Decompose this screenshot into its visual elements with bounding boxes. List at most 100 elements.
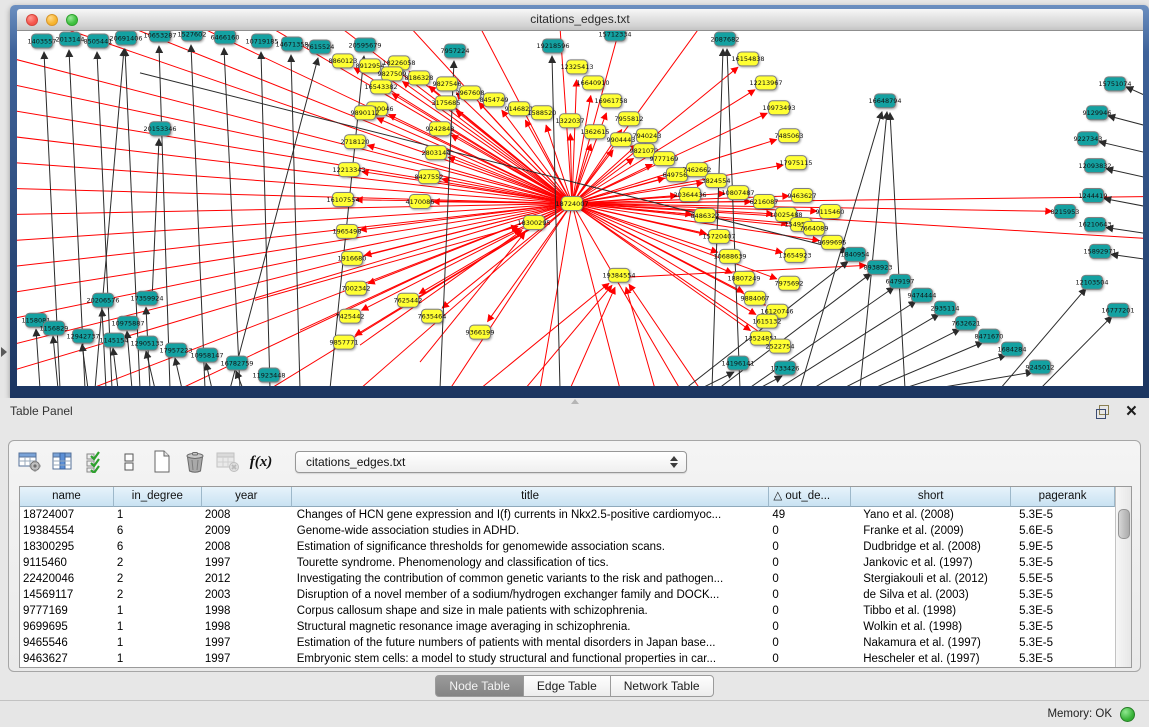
tab-node-table[interactable]: Node Table bbox=[435, 675, 524, 697]
graph-node[interactable]: 19384554 bbox=[602, 268, 635, 282]
graph-node[interactable]: 7955812 bbox=[615, 112, 644, 126]
graph-node[interactable]: 9827509 bbox=[378, 67, 407, 81]
graph-node[interactable]: 4170086 bbox=[406, 195, 435, 209]
graph-node[interactable]: 17957223 bbox=[159, 343, 192, 357]
graph-node[interactable]: 6479197 bbox=[886, 274, 915, 288]
graph-node[interactable]: 3175685 bbox=[432, 96, 461, 110]
graph-node[interactable]: 9463627 bbox=[788, 189, 817, 203]
graph-node[interactable]: 8471670 bbox=[975, 329, 1004, 343]
graph-node[interactable]: 1615132 bbox=[753, 314, 782, 328]
graph-node[interactable]: 19218596 bbox=[536, 39, 569, 53]
graph-node[interactable]: 3824554 bbox=[702, 174, 731, 188]
column-header[interactable]: name bbox=[20, 487, 114, 507]
graph-node[interactable]: 16961758 bbox=[594, 94, 627, 108]
graph-node[interactable]: 2522754 bbox=[766, 339, 795, 353]
table-row[interactable]: 1872400712008Changes of HCN gene express… bbox=[20, 507, 1115, 523]
graph-node[interactable]: 8215953 bbox=[1051, 205, 1080, 219]
graph-node[interactable]: 7940243 bbox=[633, 129, 662, 143]
graph-node[interactable]: 7664089 bbox=[800, 221, 829, 235]
show-columns-icon[interactable] bbox=[50, 449, 76, 475]
graph-node[interactable]: 16154838 bbox=[731, 52, 764, 66]
graph-node[interactable]: 1733426 bbox=[771, 361, 800, 375]
column-header[interactable]: title bbox=[292, 487, 770, 507]
graph-node[interactable]: 2718120 bbox=[341, 135, 370, 149]
tab-edge-table[interactable]: Edge Table bbox=[523, 675, 611, 697]
graph-node[interactable]: 12093832 bbox=[1078, 159, 1111, 173]
table-row[interactable]: 1830029562008Estimation of significance … bbox=[20, 539, 1115, 555]
tab-network-table[interactable]: Network Table bbox=[610, 675, 714, 697]
graph-node[interactable]: 7002342 bbox=[342, 281, 371, 295]
graph-node[interactable]: 2013144 bbox=[56, 32, 85, 46]
graph-node[interactable]: 11923448 bbox=[252, 368, 285, 382]
graph-node[interactable]: 9857771 bbox=[330, 335, 359, 349]
graph-node[interactable]: 8860123 bbox=[329, 54, 358, 68]
row-height-icon[interactable] bbox=[116, 449, 142, 475]
graph-node[interactable]: 9115460 bbox=[816, 205, 845, 219]
hidden-panel-handle-icon[interactable] bbox=[1, 347, 7, 357]
column-header[interactable]: short bbox=[851, 487, 1011, 507]
table-scrollbar[interactable] bbox=[1115, 487, 1131, 667]
graph-node[interactable]: 2803144 bbox=[422, 146, 451, 160]
graph-node[interactable]: 10973493 bbox=[762, 101, 795, 115]
graph-node[interactable]: 10688639 bbox=[713, 249, 746, 263]
graph-node[interactable]: 12213967 bbox=[749, 76, 782, 90]
graph-node[interactable]: 8505441 bbox=[84, 34, 113, 48]
graph-node[interactable]: 9699695 bbox=[818, 235, 847, 249]
graph-node[interactable]: 9884067 bbox=[741, 291, 770, 305]
graph-node[interactable]: 6216087 bbox=[750, 195, 779, 209]
graph-node[interactable]: 9242848 bbox=[426, 122, 455, 136]
graph-node[interactable]: 8486322 bbox=[691, 209, 720, 223]
graph-node[interactable]: 16210643 bbox=[1078, 217, 1111, 231]
delete-columns-icon[interactable] bbox=[182, 449, 208, 475]
graph-node[interactable]: 7957224 bbox=[441, 44, 470, 58]
graph-node[interactable]: 6466160 bbox=[211, 31, 240, 44]
graph-node[interactable]: 9890112 bbox=[351, 106, 380, 120]
graph-node[interactable]: 8186328 bbox=[405, 71, 434, 85]
graph-node[interactable]: 1322037 bbox=[556, 114, 585, 128]
delete-table-icon[interactable] bbox=[215, 449, 241, 475]
graph-node[interactable]: 14196141 bbox=[721, 356, 754, 370]
graph-node[interactable]: 20206576 bbox=[86, 293, 119, 307]
graph-node[interactable]: 7635464 bbox=[418, 309, 447, 323]
table-selector-dropdown[interactable]: citations_edges.txt bbox=[295, 451, 687, 473]
graph-node[interactable]: 15720407 bbox=[702, 229, 735, 243]
panel-resize-handle[interactable] bbox=[571, 399, 579, 404]
graph-node[interactable]: 1588520 bbox=[528, 106, 557, 120]
graph-node[interactable]: 9129946 bbox=[1083, 106, 1112, 120]
graph-node[interactable]: 16640910 bbox=[576, 76, 609, 90]
graph-node[interactable]: 7975692 bbox=[775, 276, 804, 290]
graph-node[interactable]: 7615524 bbox=[306, 40, 335, 54]
graph-node[interactable]: 1145154 bbox=[100, 333, 129, 347]
edit-checklist-icon[interactable] bbox=[83, 449, 109, 475]
graph-node[interactable]: 1684284 bbox=[998, 342, 1027, 356]
graph-node[interactable]: 9904443 bbox=[607, 133, 636, 147]
graph-node[interactable]: 9777169 bbox=[650, 152, 679, 166]
graph-node[interactable]: 7625442 bbox=[394, 293, 423, 307]
graph-node[interactable]: 10653287 bbox=[143, 31, 176, 42]
graph-node[interactable]: 9474444 bbox=[908, 288, 937, 302]
table-row[interactable]: 977716911998Corpus callosum shape and si… bbox=[20, 603, 1115, 619]
graph-node[interactable]: 1965498 bbox=[333, 224, 362, 238]
graph-node[interactable]: 2087682 bbox=[711, 32, 740, 46]
graph-node[interactable]: 10719185 bbox=[245, 34, 278, 48]
graph-node[interactable]: 9366199 bbox=[466, 325, 495, 339]
new-column-icon[interactable] bbox=[149, 449, 175, 475]
graph-node[interactable]: 16648794 bbox=[868, 94, 901, 108]
window-titlebar[interactable]: citations_edges.txt bbox=[17, 9, 1143, 31]
graph-node[interactable]: 12325413 bbox=[560, 60, 593, 74]
graph-node[interactable]: 20595679 bbox=[348, 38, 381, 52]
graph-node[interactable]: 8938923 bbox=[864, 260, 893, 274]
table-row[interactable]: 911546021997Tourette syndrome. Phenomeno… bbox=[20, 555, 1115, 571]
network-canvas[interactable]: 1872400712325413166409101696175879558127… bbox=[17, 31, 1143, 386]
close-panel-icon[interactable]: × bbox=[1126, 399, 1137, 425]
table-row[interactable]: 1456911722003Disruption of a novel membe… bbox=[20, 587, 1115, 603]
graph-node[interactable]: 16107554 bbox=[326, 193, 359, 207]
graph-node[interactable]: 15712334 bbox=[598, 31, 631, 41]
graph-node[interactable]: 9245012 bbox=[1026, 360, 1055, 374]
graph-node[interactable]: 1403557 bbox=[28, 34, 57, 48]
graph-node[interactable]: 10958147 bbox=[190, 348, 223, 362]
column-header[interactable]: △ out_de... bbox=[769, 487, 851, 507]
column-header[interactable]: pagerank bbox=[1011, 487, 1115, 507]
graph-node[interactable]: 12942737 bbox=[66, 329, 99, 343]
scrollbar-thumb[interactable] bbox=[1118, 509, 1130, 539]
